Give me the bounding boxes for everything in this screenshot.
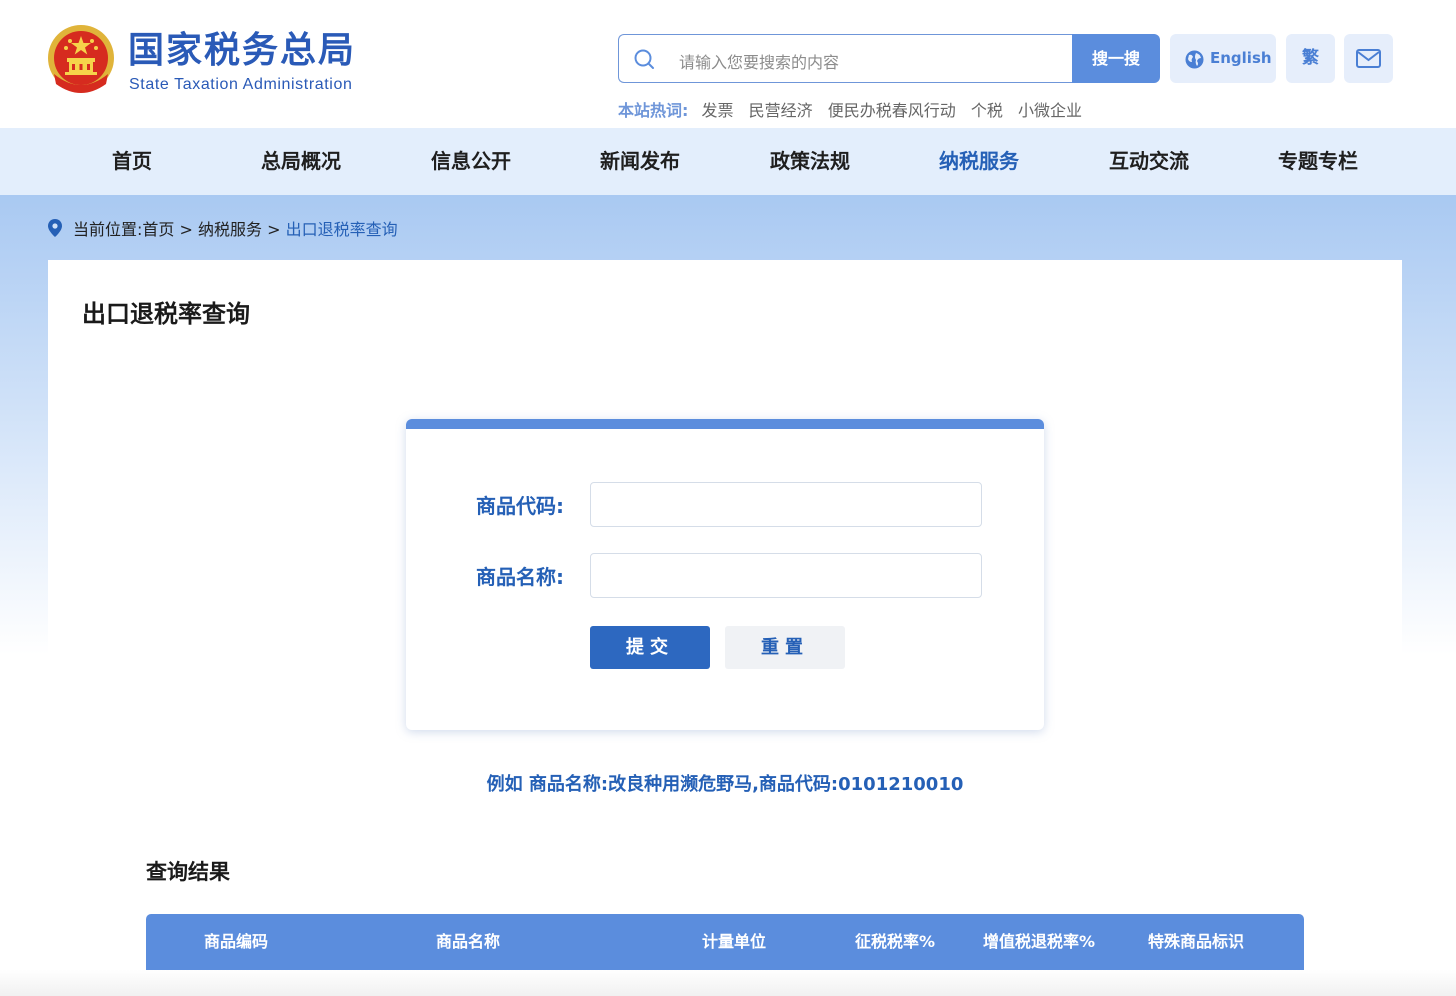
hot-word-link[interactable]: 便民办税春风行动 xyxy=(828,101,956,120)
reset-button[interactable]: 重置 xyxy=(725,626,845,669)
page-title: 出口退税率查询 xyxy=(82,300,250,328)
mail-icon xyxy=(1356,49,1381,68)
example-hint: 例如 商品名称:改良种用濒危野马,商品代码:0101210010 xyxy=(486,774,964,795)
search-placeholder: 请输入您要搜索的内容 xyxy=(679,53,840,72)
nav-item-info-disclosure[interactable]: 信息公开 xyxy=(386,128,556,195)
breadcrumb-text: 当前位置:首页 > 纳税服务 > 出口退税率查询 xyxy=(73,216,398,240)
query-form: 商品代码: 商品名称: 提交 重置 xyxy=(406,419,1044,730)
page-bottom-edge xyxy=(0,970,1456,996)
mailbox-button[interactable] xyxy=(1344,34,1393,83)
traditional-chinese-button[interactable]: 繁 xyxy=(1286,34,1335,83)
hot-words-label: 本站热词: xyxy=(618,101,689,120)
site-logo-title[interactable]: 国家税务总局 xyxy=(128,28,356,72)
column-header: 增值税退税率% xyxy=(983,932,1096,951)
main-nav: 首页 总局概况 信息公开 新闻发布 政策法规 纳税服务 互动交流 专题专栏 xyxy=(0,128,1456,195)
card-accent-bar xyxy=(406,419,1044,429)
english-label: English xyxy=(1210,49,1272,67)
english-button[interactable]: English xyxy=(1170,34,1276,83)
column-header: 商品编码 xyxy=(204,932,269,951)
nav-item-policy[interactable]: 政策法规 xyxy=(725,128,895,195)
product-name-input[interactable] xyxy=(590,553,982,598)
breadcrumb-path[interactable]: 首页 > 纳税服务 > xyxy=(142,220,285,239)
nav-item-news[interactable]: 新闻发布 xyxy=(555,128,725,195)
column-header: 商品名称 xyxy=(436,932,501,951)
hot-word-link[interactable]: 个税 xyxy=(971,101,1003,120)
hot-word-link[interactable]: 民营经济 xyxy=(749,101,813,120)
site-header: 国家税务总局 State Taxation Administration 请输入… xyxy=(0,0,1456,128)
hot-word-link[interactable]: 发票 xyxy=(702,101,734,120)
location-pin-icon xyxy=(48,219,62,237)
nav-item-interaction[interactable]: 互动交流 xyxy=(1064,128,1234,195)
product-code-input[interactable] xyxy=(590,482,982,527)
nav-item-overview[interactable]: 总局概况 xyxy=(216,128,386,195)
search-button[interactable]: 搜一搜 xyxy=(1072,34,1160,83)
search-icon xyxy=(634,49,654,69)
search-input[interactable]: 请输入您要搜索的内容 xyxy=(618,34,1074,83)
globe-icon xyxy=(1185,50,1204,69)
national-emblem-icon[interactable] xyxy=(46,22,116,96)
nav-item-special-topics[interactable]: 专题专栏 xyxy=(1233,128,1403,195)
breadcrumb-current: 出口退税率查询 xyxy=(285,220,398,239)
site-logo-subtitle[interactable]: State Taxation Administration xyxy=(129,76,352,94)
hot-words: 本站热词: 发票 民营经济 便民办税春风行动 个税 小微企业 xyxy=(618,97,1092,121)
submit-button[interactable]: 提交 xyxy=(590,626,710,669)
nav-item-tax-service[interactable]: 纳税服务 xyxy=(894,128,1064,195)
hot-word-link[interactable]: 小微企业 xyxy=(1018,101,1082,120)
column-header: 征税税率% xyxy=(855,932,936,951)
column-header: 计量单位 xyxy=(702,932,767,951)
column-header: 特殊商品标识 xyxy=(1148,932,1245,951)
product-name-label: 商品名称: xyxy=(476,565,564,589)
results-table-header: 商品编码 商品名称 计量单位 征税税率% 增值税退税率% 特殊商品标识 xyxy=(146,914,1304,970)
product-code-label: 商品代码: xyxy=(476,494,564,518)
breadcrumb-prefix: 当前位置: xyxy=(73,220,143,239)
results-title: 查询结果 xyxy=(146,860,230,884)
nav-item-home[interactable]: 首页 xyxy=(47,128,217,195)
main-panel: 出口退税率查询 商品代码: 商品名称: 提交 重置 例如 商品名称:改良种用濒危… xyxy=(48,260,1402,996)
